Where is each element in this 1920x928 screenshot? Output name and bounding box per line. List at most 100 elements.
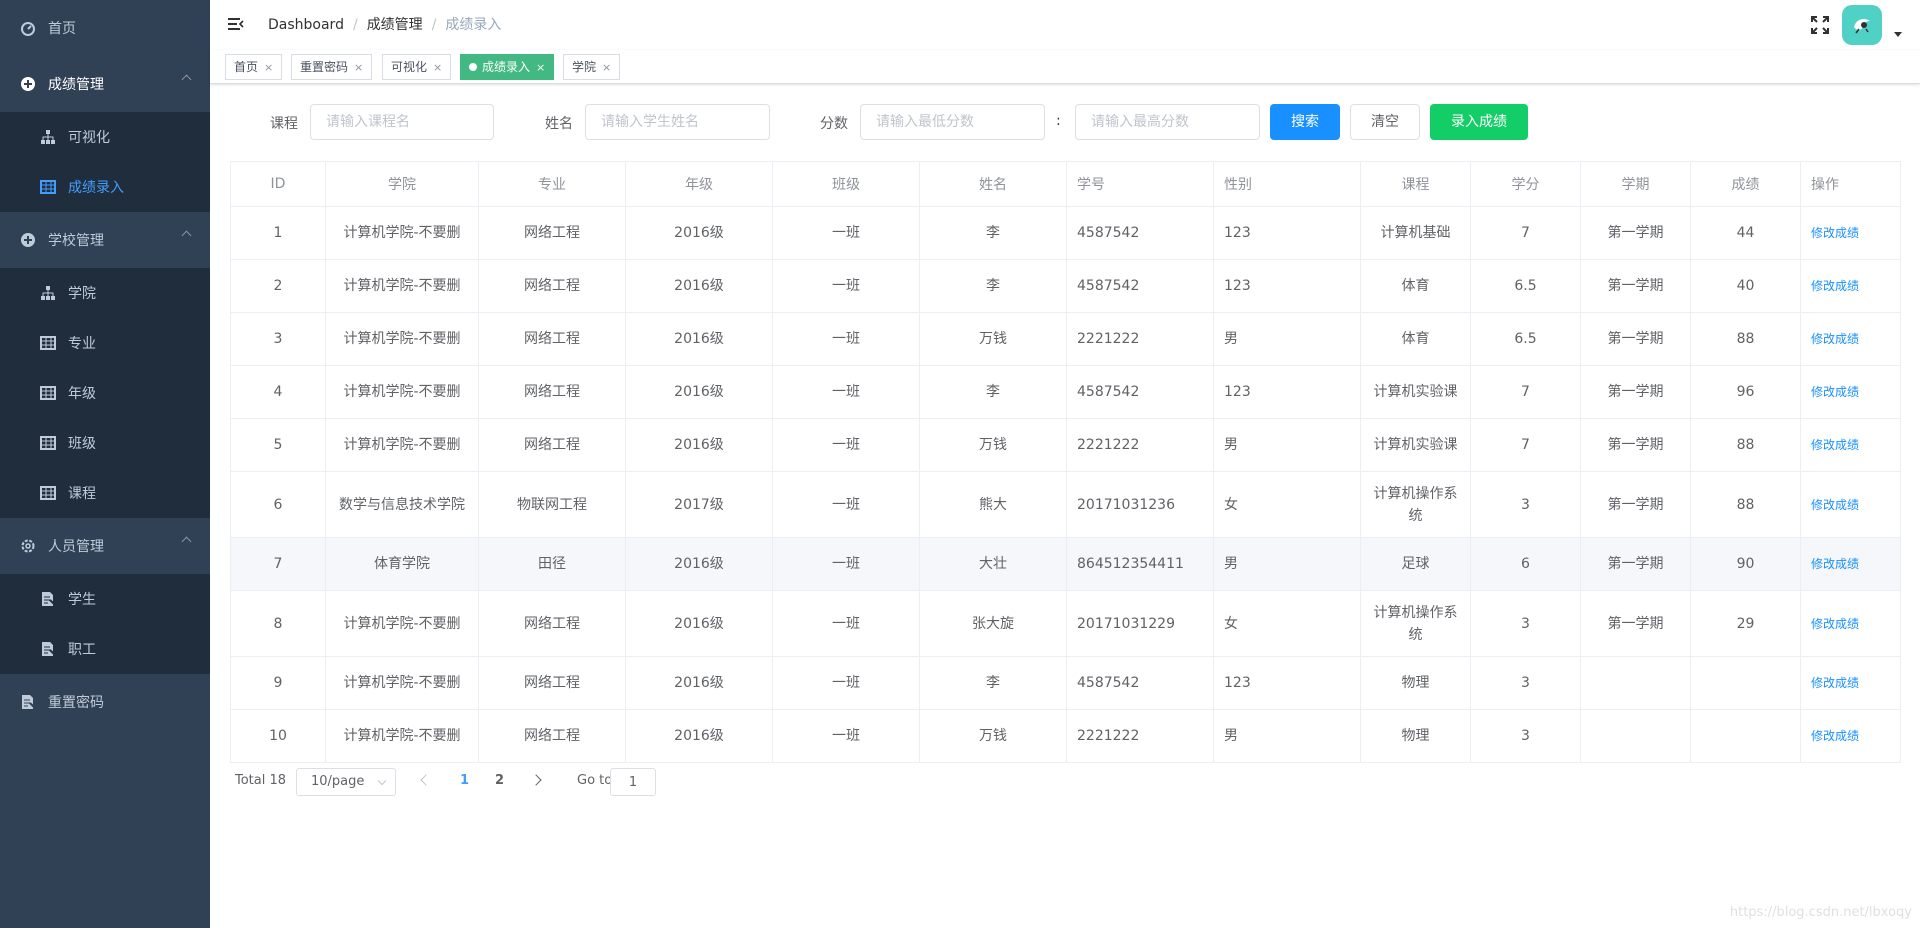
sidebar-item-student[interactable]: 学生 — [0, 574, 210, 624]
table-cell-年级: 2016级 — [625, 418, 773, 472]
add-grade-button[interactable]: 录入成绩 — [1430, 104, 1528, 140]
sidebar-item-course[interactable]: 课程 — [0, 468, 210, 518]
submenu-people[interactable]: 人员管理 — [0, 518, 210, 574]
submenu-grades[interactable]: 成绩管理 — [0, 56, 210, 112]
sidebar-item-visualization[interactable]: 可视化 — [0, 112, 210, 162]
tag-college[interactable]: 学院 × — [563, 54, 621, 80]
table-cell-姓名: 熊大 — [919, 471, 1067, 538]
table-cell-姓名: 张大旋 — [919, 590, 1067, 657]
clear-button[interactable]: 清空 — [1350, 104, 1420, 140]
tag-label: 成绩录入 — [482, 60, 531, 74]
breadcrumb-dashboard[interactable]: Dashboard — [268, 17, 344, 33]
table-row: 6 数学与信息技术学院 物联网工程 2017级 一班 熊大 20171031236 女计算机操… — [230, 471, 1901, 538]
table-cell-姓名: 李 — [919, 656, 1067, 710]
table-cell-课程: 物理 — [1360, 656, 1471, 710]
fullscreen-icon[interactable] — [1810, 15, 1830, 35]
close-icon[interactable]: × — [433, 61, 442, 74]
table-cell-课程: 计算机基础 — [1360, 206, 1471, 260]
edit-grade-link[interactable]: 修改成绩 — [1800, 709, 1901, 763]
table-cell-学期: 第一学期 — [1580, 537, 1691, 591]
page-number-1[interactable]: 1 — [460, 773, 469, 788]
table-row: 10 计算机学院-不要删 网络工程 2016级 一班 万钱 2221222 男物理 3 修改成绩 — [230, 709, 1901, 763]
table-cell-学号: 4587542 — [1066, 206, 1214, 260]
table-cell-课程: 体育 — [1360, 259, 1471, 313]
table-cell-年级: 2016级 — [625, 365, 773, 419]
page-number-2[interactable]: 2 — [495, 773, 504, 788]
min-score-input[interactable] — [860, 104, 1045, 140]
submenu-school[interactable]: 学校管理 — [0, 212, 210, 268]
max-score-input[interactable] — [1075, 104, 1260, 140]
column-header: 专业 — [478, 161, 626, 207]
prev-page-icon[interactable] — [420, 774, 432, 786]
tree-icon — [40, 285, 56, 301]
table-cell-学号: 2221222 — [1066, 709, 1214, 763]
goto-page-input[interactable] — [610, 768, 656, 796]
edit-grade-link[interactable]: 修改成绩 — [1800, 206, 1901, 260]
sidebar-item-college[interactable]: 学院 — [0, 268, 210, 318]
table-cell-班级: 一班 — [772, 656, 920, 710]
close-icon[interactable]: × — [536, 61, 545, 74]
close-icon[interactable]: × — [354, 61, 363, 74]
close-icon[interactable]: × — [264, 61, 273, 74]
edit-grade-link[interactable]: 修改成绩 — [1800, 656, 1901, 710]
table-cell-ID: 10 — [230, 709, 326, 763]
hamburger-icon[interactable] — [226, 15, 246, 35]
tag-home[interactable]: 首页 × — [225, 54, 283, 80]
edit-grade-link[interactable]: 修改成绩 — [1800, 259, 1901, 313]
edit-grade-link[interactable]: 修改成绩 — [1800, 537, 1901, 591]
table-cell-学号: 4587542 — [1066, 365, 1214, 419]
sidebar-item-grade-entry[interactable]: 成绩录入 — [0, 162, 210, 212]
sidebar-item-grade-year[interactable]: 年级 — [0, 368, 210, 418]
course-input[interactable] — [310, 104, 494, 140]
edit-grade-link[interactable]: 修改成绩 — [1800, 590, 1901, 657]
score-label: 分数 — [820, 116, 848, 132]
goto-label: Go to — [577, 773, 613, 788]
search-button[interactable]: 搜索 — [1270, 104, 1340, 140]
table-cell-学期: 第一学期 — [1580, 312, 1691, 366]
table-cell-学号: 2221222 — [1066, 312, 1214, 366]
table-cell-学号: 20171031229 — [1066, 590, 1214, 657]
chevron-up-icon — [181, 536, 192, 547]
table-cell-学分: 6.5 — [1470, 259, 1581, 313]
close-icon[interactable]: × — [602, 61, 611, 74]
table-cell-成绩 — [1690, 709, 1801, 763]
breadcrumb-separator: / — [352, 17, 358, 33]
submenu-label: 成绩管理 — [48, 77, 104, 93]
table-cell-性别: 123 — [1213, 259, 1361, 313]
column-header: 学院 — [325, 161, 479, 207]
sidebar-item-major[interactable]: 专业 — [0, 318, 210, 368]
next-page-icon[interactable] — [530, 774, 542, 786]
page-size-select[interactable]: 10/page — [296, 768, 396, 796]
table-cell-年级: 2016级 — [625, 590, 773, 657]
edit-grade-link[interactable]: 修改成绩 — [1800, 365, 1901, 419]
sidebar-item-label: 课程 — [68, 486, 96, 502]
edit-grade-link[interactable]: 修改成绩 — [1800, 312, 1901, 366]
sidebar-item-class[interactable]: 班级 — [0, 418, 210, 468]
tag-label: 首页 — [234, 60, 259, 74]
table-cell-成绩: 88 — [1690, 471, 1801, 538]
table-cell-课程: 计算机操作系统 — [1360, 471, 1471, 538]
menu-item-home[interactable]: 首页 — [0, 0, 210, 56]
table-icon — [40, 485, 56, 501]
table-cell-年级: 2016级 — [625, 206, 773, 260]
menu-label: 重置密码 — [48, 695, 104, 711]
avatar[interactable] — [1842, 5, 1882, 45]
menu-item-reset-password[interactable]: 重置密码 — [0, 674, 210, 730]
table-cell-ID: 1 — [230, 206, 326, 260]
submenu-label: 人员管理 — [48, 539, 104, 555]
tag-grade-entry[interactable]: 成绩录入 × — [460, 54, 555, 80]
caret-down-icon[interactable] — [1894, 32, 1902, 37]
table-cell-专业: 物联网工程 — [478, 471, 626, 538]
table-cell-姓名: 李 — [919, 365, 1067, 419]
tag-visualization[interactable]: 可视化 × — [382, 54, 452, 80]
sidebar-item-staff[interactable]: 职工 — [0, 624, 210, 674]
table-cell-班级: 一班 — [772, 590, 920, 657]
table-cell-班级: 一班 — [772, 537, 920, 591]
sidebar-item-label: 学院 — [68, 286, 96, 302]
edit-grade-link[interactable]: 修改成绩 — [1800, 418, 1901, 472]
breadcrumb-grades[interactable]: 成绩管理 — [367, 17, 423, 33]
edit-grade-link[interactable]: 修改成绩 — [1800, 471, 1901, 538]
table-cell-年级: 2016级 — [625, 537, 773, 591]
tag-reset-password[interactable]: 重置密码 × — [291, 54, 373, 80]
student-name-input[interactable] — [585, 104, 770, 140]
